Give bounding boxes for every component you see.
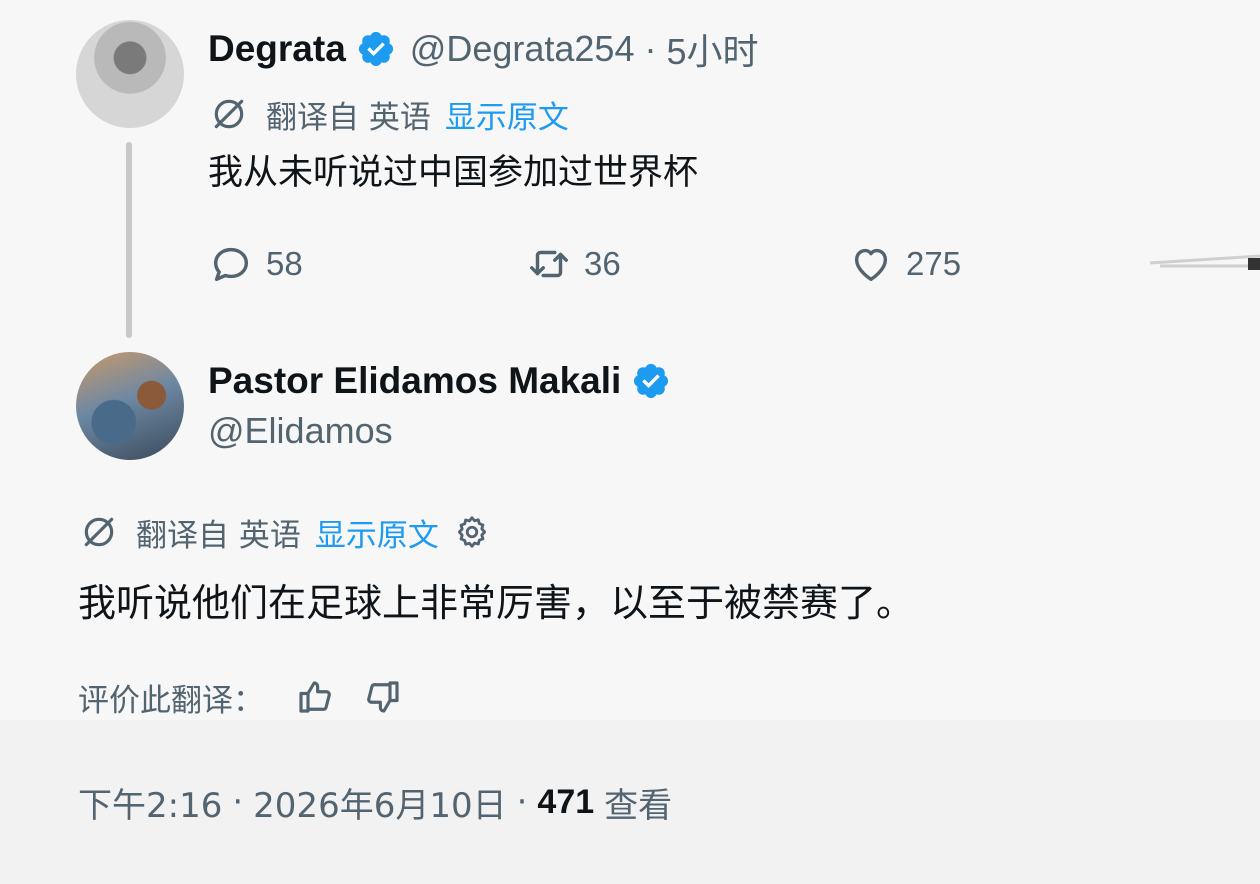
thumbs-down-icon[interactable] [362,676,404,718]
handle[interactable]: @Degrata254 [410,28,635,70]
separator-dot: · [644,28,657,69]
rate-translation-row: 评价此翻译： [78,670,404,724]
rate-translation-label: 评价此翻译： [78,682,264,719]
translated-from-label: 翻译自 英语 [266,99,431,136]
views-count: 471 [537,782,595,821]
tweet-date[interactable]: 2026年6月10日 [253,778,506,827]
retweet-icon [530,250,568,278]
tweet-text: 我听说他们在足球上非常厉害，以至于被禁赛了。 [78,581,915,625]
reply-tweet-header: Pastor Elidamos Makali [208,356,671,406]
verified-badge-icon[interactable] [356,29,396,69]
views-label: 查看 [604,785,673,826]
translate-icon [210,95,248,133]
display-name[interactable]: Pastor Elidamos Makali [208,360,621,402]
separator-dot: · [516,782,528,822]
verified-badge-icon[interactable] [631,361,671,401]
show-original-link[interactable]: 显示原文 [315,510,439,555]
handle[interactable]: @Elidamos [208,410,393,452]
tweet-metadata: 下午2:16 · 2026年6月10日 · 471 查看 [78,774,672,830]
tweet-time[interactable]: 5小时 [666,23,758,75]
translated-from-label: 翻译自 英语 [136,517,301,554]
tweet-time[interactable]: 下午2:16 [78,778,222,827]
retweet-count: 36 [584,245,621,282]
like-icon [854,248,888,282]
like-button[interactable]: 275 [848,236,961,292]
reply-button[interactable]: 58 [208,236,303,292]
translation-notice: 翻译自 英语 显示原文 [80,510,491,554]
reply-count: 58 [266,245,303,282]
display-name[interactable]: Degrata [208,28,346,70]
separator-dot: · [232,782,244,822]
tweet-actions: 58 36 275 [208,236,1008,292]
like-count: 275 [906,245,962,282]
avatar[interactable] [76,20,184,128]
avatar[interactable] [76,352,184,460]
reply-icon [213,247,249,282]
translation-notice: 翻译自 英语 显示原文 [210,92,569,136]
retweet-button[interactable]: 36 [526,236,621,292]
gear-icon[interactable] [453,513,491,551]
show-original-link[interactable]: 显示原文 [445,92,569,137]
edge-artifact [1150,254,1260,270]
thumbs-up-icon[interactable] [294,676,336,718]
tweet-text: 我从未听说过中国参加过世界杯 [208,153,699,193]
parent-tweet-header: Degrata @Degrata254 · 5小时 [208,24,759,74]
thread-connector-line [126,142,132,338]
translate-icon [80,513,118,551]
tweet-detail-page: Degrata @Degrata254 · 5小时 翻译自 英语 显示原文 我从… [0,0,1260,884]
